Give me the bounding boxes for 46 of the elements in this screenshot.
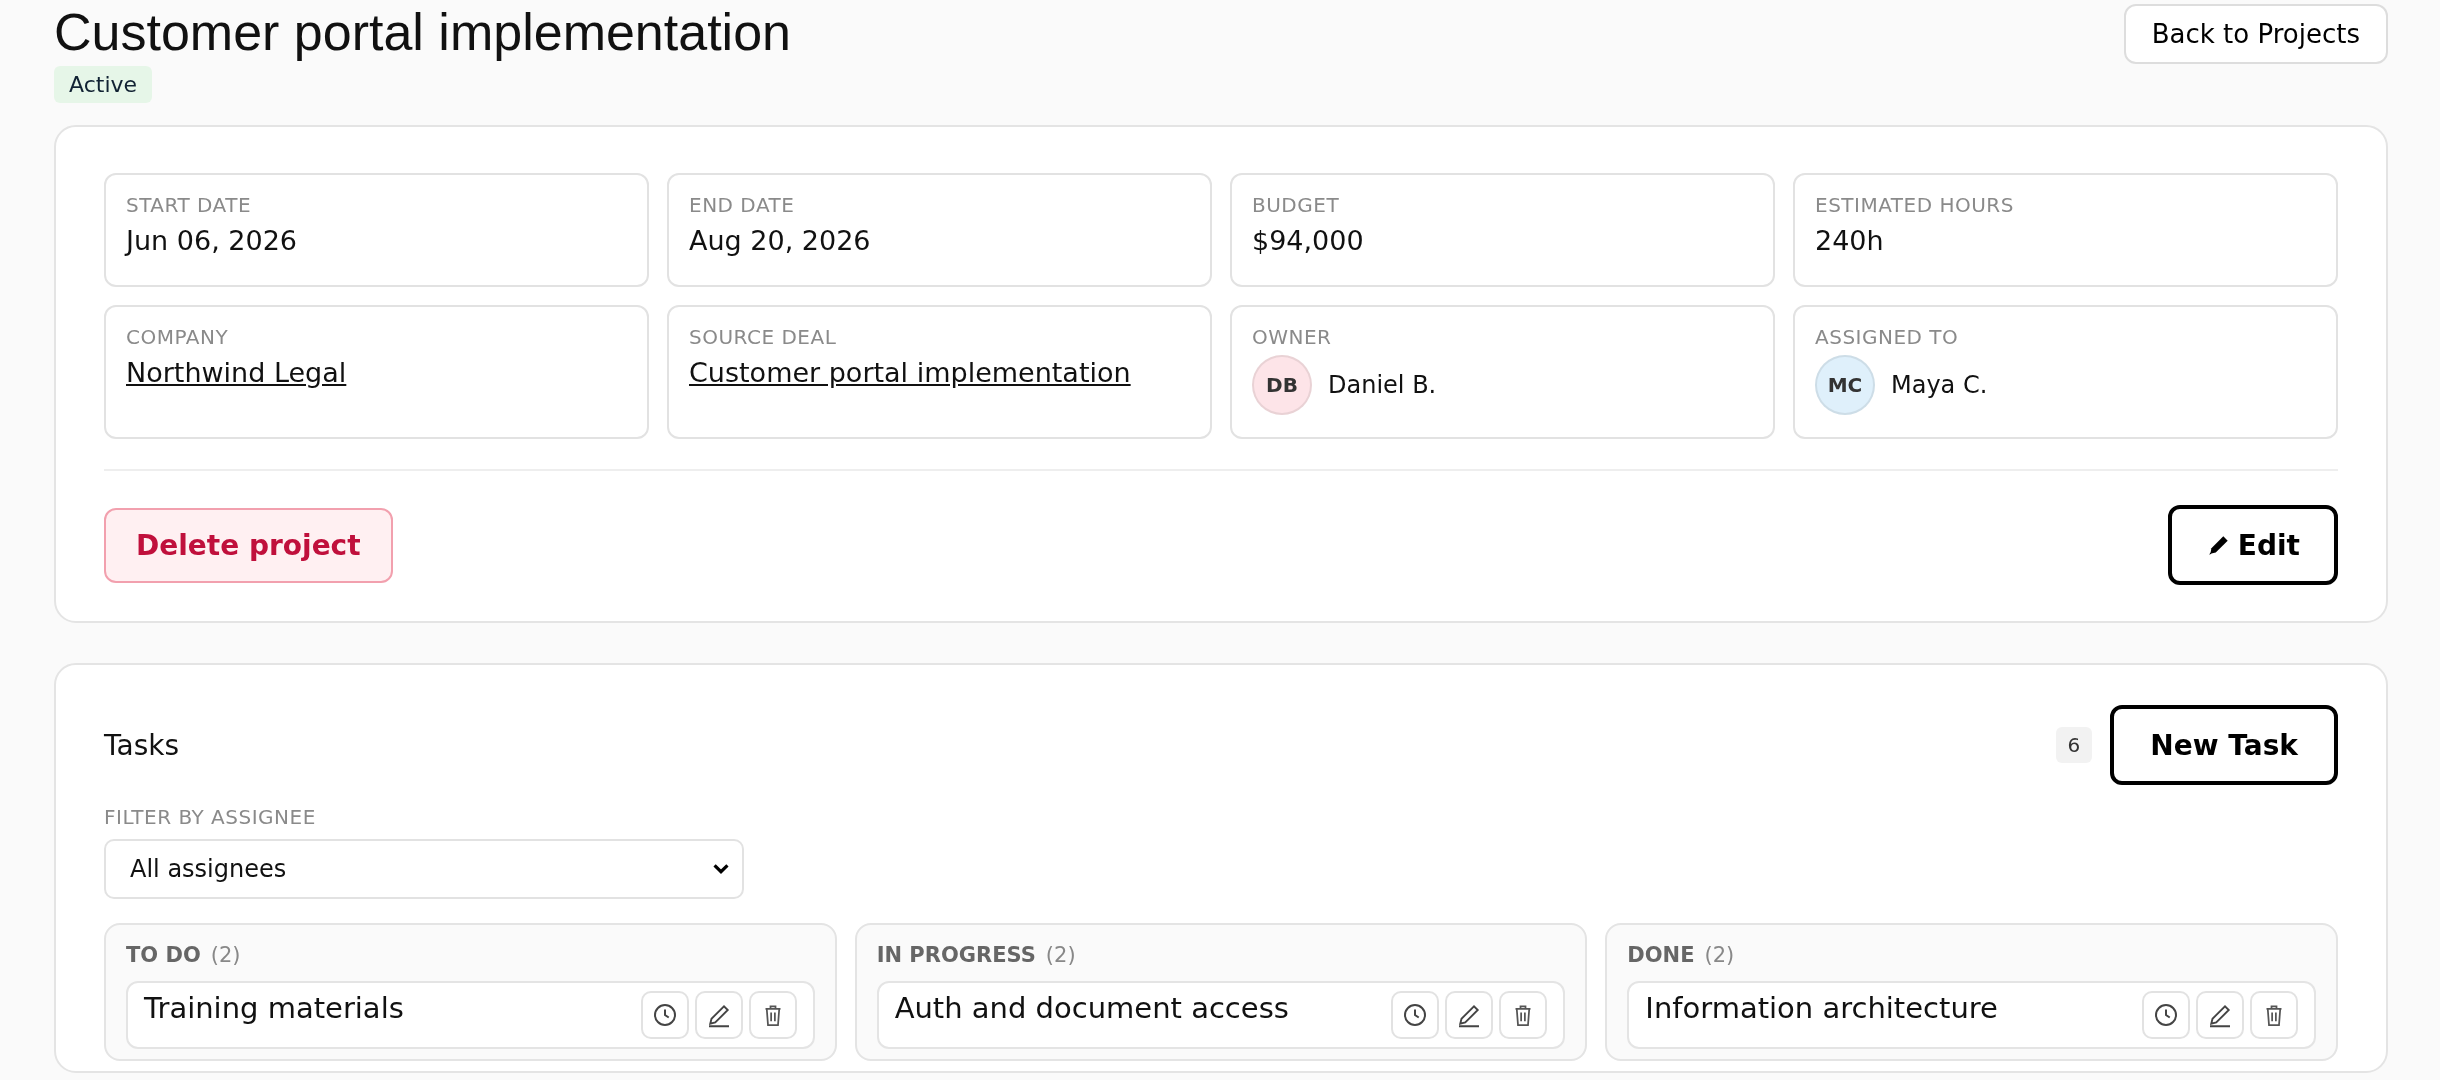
time-button[interactable]: [2142, 991, 2190, 1039]
column-count: (2): [1704, 943, 1735, 967]
field-label: ESTIMATED HOURS: [1815, 193, 2015, 217]
field-label: SOURCE DEAL: [689, 325, 838, 349]
avatar: DB: [1252, 355, 1312, 415]
field-label: OWNER: [1252, 325, 1333, 349]
column-count: (2): [1045, 943, 1076, 967]
field-label: START DATE: [126, 193, 253, 217]
time-button[interactable]: [640, 991, 689, 1039]
field-value: Jun 06, 2026: [126, 225, 298, 256]
edit-button[interactable]: Edit: [2167, 505, 2338, 585]
column-title: TO DO: [126, 943, 201, 967]
time-button[interactable]: [1391, 991, 1440, 1039]
field-value: 240h: [1815, 225, 1885, 256]
task-title: Information architecture: [1645, 991, 1998, 1025]
column-count: (2): [210, 943, 241, 967]
task-title: Training materials: [144, 991, 404, 1025]
column-title: DONE: [1627, 943, 1695, 967]
back-button[interactable]: Back to Projects: [2123, 4, 2388, 64]
person-name: Maya C.: [1891, 371, 1988, 399]
filter-label: FILTER BY ASSIGNEE: [104, 805, 317, 829]
delete-button[interactable]: Delete project: [104, 507, 393, 583]
edit-task-button[interactable]: [1445, 991, 1494, 1039]
task-title: Auth and document access: [894, 991, 1289, 1025]
edit-task-button[interactable]: [2196, 991, 2244, 1039]
section-title: Tasks: [104, 728, 180, 762]
field-link[interactable]: Northwind Legal: [126, 357, 627, 388]
delete-task-button[interactable]: [2250, 991, 2298, 1039]
person-name: Daniel B.: [1328, 371, 1437, 399]
field-link[interactable]: Customer portal implementation: [689, 357, 1190, 388]
column-title: IN PROGRESS: [876, 943, 1036, 967]
status-badge: Active: [54, 66, 153, 103]
assignee-dropdown[interactable]: All assignees: [104, 839, 744, 899]
page-title: Customer portal implementation: [54, 4, 791, 60]
field-label: ASSIGNED TO: [1815, 325, 1960, 349]
count-badge: 6: [2055, 727, 2093, 763]
delete-task-button[interactable]: [748, 991, 797, 1039]
edit-task-button[interactable]: [694, 991, 743, 1039]
field-value: Aug 20, 2026: [689, 225, 872, 256]
avatar: MC: [1815, 355, 1875, 415]
delete-task-button[interactable]: [1499, 991, 1548, 1039]
field-label: END DATE: [689, 193, 796, 217]
field-label: BUDGET: [1252, 193, 1341, 217]
new-task-button[interactable]: New Task: [2110, 705, 2338, 785]
field-value: $94,000: [1252, 225, 1365, 256]
field-label: COMPANY: [126, 325, 230, 349]
